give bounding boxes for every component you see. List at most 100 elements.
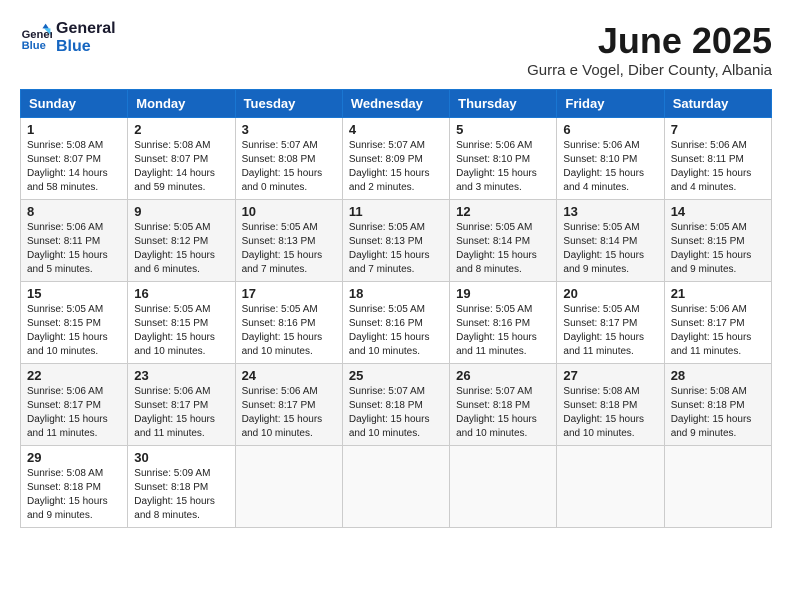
day-info: Sunrise: 5:05 AMSunset: 8:16 PMDaylight:…	[242, 303, 336, 359]
day-info: Sunrise: 5:05 AMSunset: 8:17 PMDaylight:…	[563, 303, 657, 359]
logo-line1: General	[56, 20, 116, 37]
calendar-week-row: 8 Sunrise: 5:06 AMSunset: 8:11 PMDayligh…	[21, 200, 772, 282]
day-info: Sunrise: 5:07 AMSunset: 8:09 PMDaylight:…	[349, 139, 443, 195]
day-number: 29	[27, 450, 121, 465]
day-info: Sunrise: 5:05 AMSunset: 8:15 PMDaylight:…	[27, 303, 121, 359]
day-info: Sunrise: 5:06 AMSunset: 8:11 PMDaylight:…	[671, 139, 765, 195]
calendar-cell: 1 Sunrise: 5:08 AMSunset: 8:07 PMDayligh…	[21, 118, 128, 200]
day-number: 9	[134, 204, 228, 219]
day-info: Sunrise: 5:05 AMSunset: 8:12 PMDaylight:…	[134, 221, 228, 277]
day-number: 21	[671, 286, 765, 301]
day-number: 8	[27, 204, 121, 219]
day-number: 12	[456, 204, 550, 219]
calendar-week-row: 22 Sunrise: 5:06 AMSunset: 8:17 PMDaylig…	[21, 364, 772, 446]
logo-line2: Blue	[56, 38, 91, 55]
calendar-cell: 10 Sunrise: 5:05 AMSunset: 8:13 PMDaylig…	[235, 200, 342, 282]
day-number: 3	[242, 122, 336, 137]
weekday-header: Sunday	[21, 90, 128, 118]
day-number: 22	[27, 368, 121, 383]
day-number: 25	[349, 368, 443, 383]
calendar-cell: 19 Sunrise: 5:05 AMSunset: 8:16 PMDaylig…	[450, 282, 557, 364]
day-number: 1	[27, 122, 121, 137]
calendar-cell: 9 Sunrise: 5:05 AMSunset: 8:12 PMDayligh…	[128, 200, 235, 282]
calendar-cell: 12 Sunrise: 5:05 AMSunset: 8:14 PMDaylig…	[450, 200, 557, 282]
day-info: Sunrise: 5:05 AMSunset: 8:14 PMDaylight:…	[456, 221, 550, 277]
day-info: Sunrise: 5:05 AMSunset: 8:15 PMDaylight:…	[134, 303, 228, 359]
calendar-cell: 8 Sunrise: 5:06 AMSunset: 8:11 PMDayligh…	[21, 200, 128, 282]
day-info: Sunrise: 5:07 AMSunset: 8:18 PMDaylight:…	[456, 385, 550, 441]
weekday-header: Tuesday	[235, 90, 342, 118]
day-number: 27	[563, 368, 657, 383]
weekday-header: Monday	[128, 90, 235, 118]
calendar-cell: 14 Sunrise: 5:05 AMSunset: 8:15 PMDaylig…	[664, 200, 771, 282]
calendar-cell: 3 Sunrise: 5:07 AMSunset: 8:08 PMDayligh…	[235, 118, 342, 200]
title-section: June 2025 Gurra e Vogel, Diber County, A…	[527, 20, 772, 79]
day-info: Sunrise: 5:09 AMSunset: 8:18 PMDaylight:…	[134, 467, 228, 523]
calendar-cell: 16 Sunrise: 5:05 AMSunset: 8:15 PMDaylig…	[128, 282, 235, 364]
month-title: June 2025	[527, 20, 772, 62]
day-info: Sunrise: 5:08 AMSunset: 8:18 PMDaylight:…	[563, 385, 657, 441]
calendar-cell: 18 Sunrise: 5:05 AMSunset: 8:16 PMDaylig…	[342, 282, 449, 364]
calendar-cell: 25 Sunrise: 5:07 AMSunset: 8:18 PMDaylig…	[342, 364, 449, 446]
day-info: Sunrise: 5:05 AMSunset: 8:13 PMDaylight:…	[242, 221, 336, 277]
day-number: 15	[27, 286, 121, 301]
day-info: Sunrise: 5:06 AMSunset: 8:17 PMDaylight:…	[671, 303, 765, 359]
day-number: 4	[349, 122, 443, 137]
calendar-cell: 4 Sunrise: 5:07 AMSunset: 8:09 PMDayligh…	[342, 118, 449, 200]
weekday-header: Saturday	[664, 90, 771, 118]
day-info: Sunrise: 5:06 AMSunset: 8:17 PMDaylight:…	[242, 385, 336, 441]
day-number: 30	[134, 450, 228, 465]
calendar-cell: 24 Sunrise: 5:06 AMSunset: 8:17 PMDaylig…	[235, 364, 342, 446]
calendar-cell: 6 Sunrise: 5:06 AMSunset: 8:10 PMDayligh…	[557, 118, 664, 200]
day-number: 17	[242, 286, 336, 301]
calendar-cell: 30 Sunrise: 5:09 AMSunset: 8:18 PMDaylig…	[128, 446, 235, 528]
weekday-header: Wednesday	[342, 90, 449, 118]
day-number: 2	[134, 122, 228, 137]
calendar-cell	[450, 446, 557, 528]
weekday-header: Friday	[557, 90, 664, 118]
day-info: Sunrise: 5:05 AMSunset: 8:13 PMDaylight:…	[349, 221, 443, 277]
day-number: 26	[456, 368, 550, 383]
svg-text:Blue: Blue	[22, 40, 46, 52]
day-number: 11	[349, 204, 443, 219]
calendar-cell: 26 Sunrise: 5:07 AMSunset: 8:18 PMDaylig…	[450, 364, 557, 446]
day-number: 20	[563, 286, 657, 301]
day-number: 5	[456, 122, 550, 137]
calendar-cell: 2 Sunrise: 5:08 AMSunset: 8:07 PMDayligh…	[128, 118, 235, 200]
calendar-cell: 11 Sunrise: 5:05 AMSunset: 8:13 PMDaylig…	[342, 200, 449, 282]
day-info: Sunrise: 5:05 AMSunset: 8:16 PMDaylight:…	[349, 303, 443, 359]
calendar-cell: 22 Sunrise: 5:06 AMSunset: 8:17 PMDaylig…	[21, 364, 128, 446]
day-info: Sunrise: 5:08 AMSunset: 8:07 PMDaylight:…	[134, 139, 228, 195]
day-number: 7	[671, 122, 765, 137]
calendar-cell	[557, 446, 664, 528]
calendar-cell	[235, 446, 342, 528]
day-info: Sunrise: 5:05 AMSunset: 8:16 PMDaylight:…	[456, 303, 550, 359]
calendar-cell: 7 Sunrise: 5:06 AMSunset: 8:11 PMDayligh…	[664, 118, 771, 200]
day-number: 6	[563, 122, 657, 137]
day-info: Sunrise: 5:06 AMSunset: 8:17 PMDaylight:…	[134, 385, 228, 441]
day-info: Sunrise: 5:06 AMSunset: 8:10 PMDaylight:…	[456, 139, 550, 195]
day-info: Sunrise: 5:08 AMSunset: 8:07 PMDaylight:…	[27, 139, 121, 195]
day-number: 28	[671, 368, 765, 383]
calendar-cell: 21 Sunrise: 5:06 AMSunset: 8:17 PMDaylig…	[664, 282, 771, 364]
calendar-cell: 20 Sunrise: 5:05 AMSunset: 8:17 PMDaylig…	[557, 282, 664, 364]
calendar-cell: 29 Sunrise: 5:08 AMSunset: 8:18 PMDaylig…	[21, 446, 128, 528]
location: Gurra e Vogel, Diber County, Albania	[527, 62, 772, 79]
calendar-week-row: 1 Sunrise: 5:08 AMSunset: 8:07 PMDayligh…	[21, 118, 772, 200]
calendar-week-row: 15 Sunrise: 5:05 AMSunset: 8:15 PMDaylig…	[21, 282, 772, 364]
day-number: 16	[134, 286, 228, 301]
day-info: Sunrise: 5:05 AMSunset: 8:15 PMDaylight:…	[671, 221, 765, 277]
calendar-cell: 15 Sunrise: 5:05 AMSunset: 8:15 PMDaylig…	[21, 282, 128, 364]
day-info: Sunrise: 5:06 AMSunset: 8:17 PMDaylight:…	[27, 385, 121, 441]
calendar-cell: 27 Sunrise: 5:08 AMSunset: 8:18 PMDaylig…	[557, 364, 664, 446]
calendar-cell	[342, 446, 449, 528]
day-number: 10	[242, 204, 336, 219]
calendar-cell: 28 Sunrise: 5:08 AMSunset: 8:18 PMDaylig…	[664, 364, 771, 446]
day-info: Sunrise: 5:05 AMSunset: 8:14 PMDaylight:…	[563, 221, 657, 277]
calendar-table: SundayMondayTuesdayWednesdayThursdayFrid…	[20, 89, 772, 528]
day-info: Sunrise: 5:07 AMSunset: 8:18 PMDaylight:…	[349, 385, 443, 441]
calendar-cell: 13 Sunrise: 5:05 AMSunset: 8:14 PMDaylig…	[557, 200, 664, 282]
day-number: 18	[349, 286, 443, 301]
day-number: 14	[671, 204, 765, 219]
day-info: Sunrise: 5:08 AMSunset: 8:18 PMDaylight:…	[27, 467, 121, 523]
